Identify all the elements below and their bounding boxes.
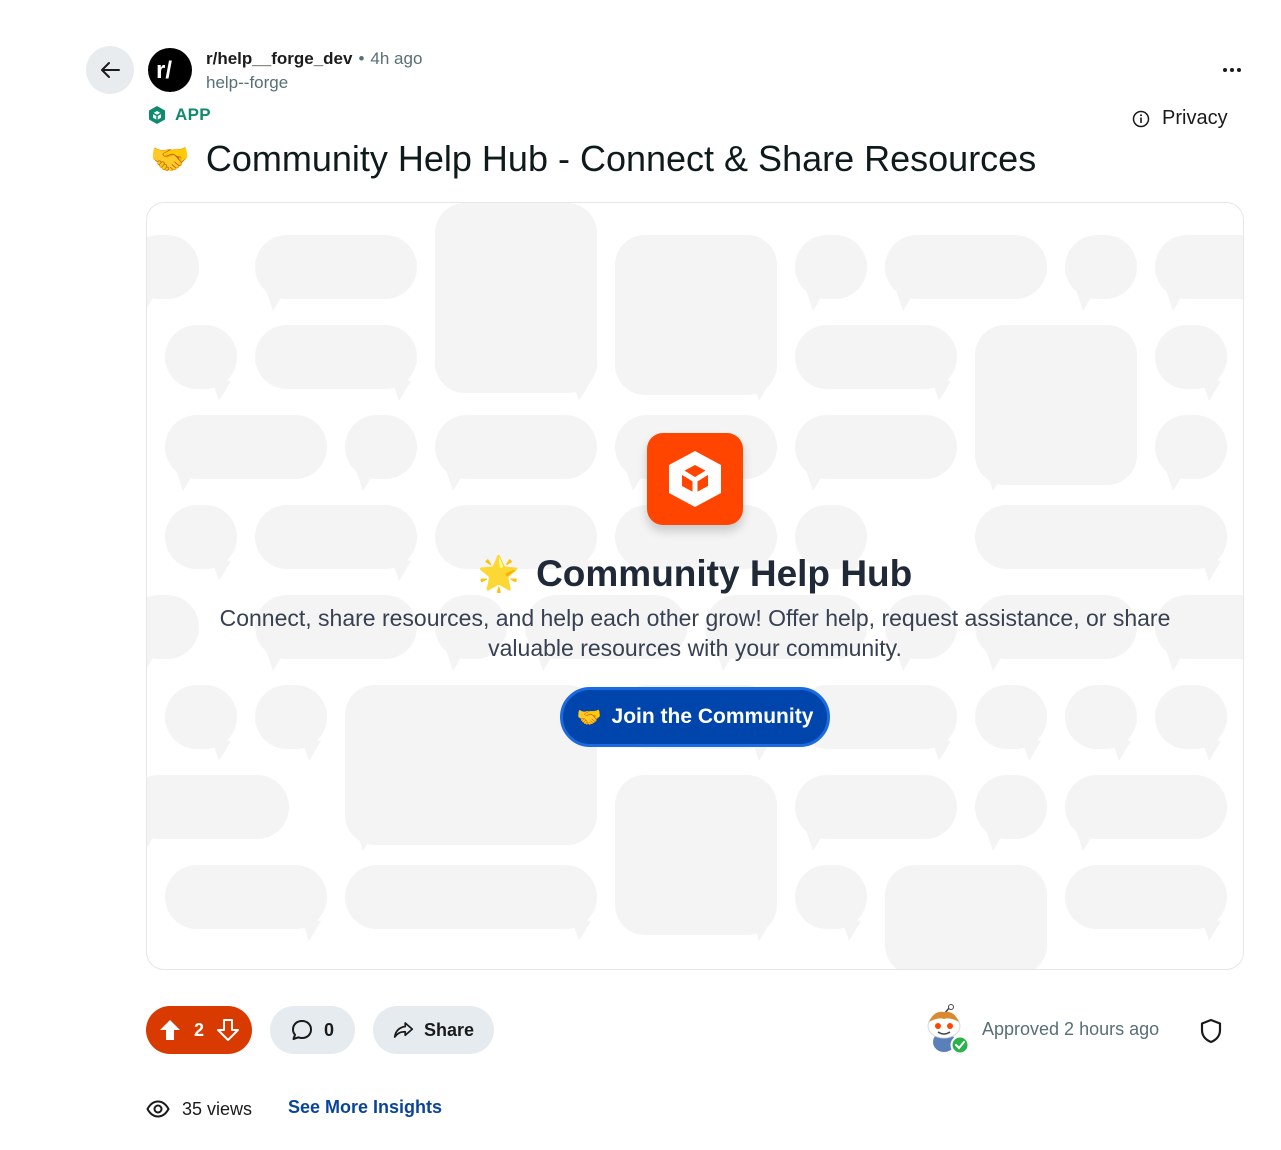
pattern-bubble: [975, 775, 1047, 839]
pattern-bubble-tail: [1075, 827, 1095, 851]
info-icon: [1132, 110, 1150, 127]
comment-icon: [292, 1020, 312, 1040]
approved-status: Approved 2 hours ago: [982, 1019, 1160, 1039]
downvote-icon: [216, 1019, 239, 1041]
pattern-bubble: [1065, 775, 1227, 839]
pattern-bubble-tail: [805, 827, 825, 851]
post-meta: r/help__forge_dev • 4h ago help--forge: [206, 47, 422, 95]
share-label: Share: [423, 1019, 474, 1040]
post-page: r/ r/help__forge_dev • 4h ago help--forg…: [0, 0, 1281, 1150]
pattern-bubble: [147, 775, 289, 839]
handshake-icon: 🤝: [576, 706, 602, 729]
pattern-bubble-tall: [615, 775, 777, 935]
pattern-bubble-tail: [1201, 917, 1221, 941]
share-icon: [393, 1022, 414, 1038]
svg-text:r/: r/: [156, 58, 172, 82]
reddit-r-icon: r/: [156, 58, 172, 82]
pattern-bubble: [255, 235, 417, 299]
pattern-bubble-tail: [1165, 287, 1185, 311]
pattern-bubble: [795, 865, 867, 929]
pattern-bubble-tail: [571, 917, 591, 941]
app-tag-label: APP: [175, 105, 211, 124]
app-content: 🌟 Community Help Hub Connect, share reso…: [147, 433, 1243, 747]
subreddit-name[interactable]: r/help__forge_dev: [206, 47, 352, 71]
app-cube-icon: [149, 106, 165, 124]
pattern-bubble: [795, 775, 957, 839]
vote-count: 2: [193, 1019, 204, 1040]
post-title-text: Community Help Hub - Connect & Share Res…: [205, 138, 1037, 179]
pattern-bubble: [1155, 325, 1227, 389]
star-icon: 🌟: [477, 555, 521, 593]
hub-description: Connect, share resources, and help each …: [219, 605, 1171, 661]
more-options-button[interactable]: [1212, 58, 1252, 82]
join-button-label: Join the Community: [611, 705, 814, 728]
pattern-bubble-tail: [301, 917, 321, 941]
eye-icon: [146, 1100, 170, 1118]
see-more-insights-link[interactable]: See More Insights: [288, 1097, 442, 1118]
pattern-bubble-tail: [985, 827, 1005, 851]
meta-separator: •: [358, 49, 365, 68]
upvote-icon: [160, 1020, 180, 1040]
handshake-icon: 🤝: [150, 141, 190, 177]
post-title: 🤝 Community Help Hub - Connect & Share R…: [150, 138, 1036, 180]
post-author[interactable]: help--forge: [206, 71, 422, 95]
back-arrow-icon: [101, 62, 120, 78]
subreddit-avatar[interactable]: r/: [148, 48, 192, 92]
join-community-button[interactable]: 🤝 Join the Community: [560, 687, 830, 747]
comment-count: 0: [324, 1019, 335, 1040]
pattern-bubble-tail: [265, 287, 285, 311]
pattern-bubble-tall: [615, 235, 777, 395]
comments-button[interactable]: 0: [270, 1006, 355, 1054]
vote-control: 2: [146, 1006, 252, 1054]
app-tag: APP: [147, 105, 211, 125]
pattern-bubble-tall: [885, 865, 1047, 969]
back-button[interactable]: [86, 46, 134, 94]
more-dots-icon: [1223, 68, 1227, 72]
privacy-label: Privacy: [1162, 107, 1228, 129]
share-button[interactable]: Share: [373, 1006, 494, 1054]
mod-avatar: [920, 1004, 972, 1056]
pattern-bubble: [345, 865, 597, 929]
hub-title: 🌟 Community Help Hub: [478, 553, 913, 595]
pattern-bubble-tail: [391, 377, 411, 401]
pattern-bubble: [795, 235, 867, 299]
downvote-button[interactable]: [216, 1018, 240, 1042]
hub-title-text: Community Help Hub: [536, 553, 913, 594]
devvit-cube-icon: [669, 451, 721, 507]
pattern-bubble-tail: [841, 917, 861, 941]
app-logo: [647, 433, 743, 525]
pattern-bubble-tall: [435, 203, 597, 393]
upvote-button[interactable]: [158, 1018, 182, 1042]
shield-icon: [1200, 1018, 1222, 1044]
post-time: 4h ago: [370, 49, 423, 68]
pattern-bubble: [885, 235, 1047, 299]
pattern-bubble-tail: [211, 377, 231, 401]
view-count: 35 views: [146, 1097, 252, 1121]
mod-shield-button[interactable]: [1197, 1017, 1225, 1045]
pattern-bubble: [165, 325, 237, 389]
views-label: 35 views: [182, 1098, 253, 1119]
pattern-bubble-tail: [1201, 377, 1221, 401]
pattern-bubble-tail: [895, 287, 915, 311]
pattern-bubble-tail: [1075, 287, 1095, 311]
pattern-bubble: [147, 235, 199, 299]
pattern-bubble-tail: [931, 377, 951, 401]
snoo-mod-icon: [927, 1004, 970, 1055]
privacy-button[interactable]: Privacy: [1132, 107, 1228, 130]
pattern-bubble-tail: [805, 287, 825, 311]
app-embed-card: 🌟 Community Help Hub Connect, share reso…: [146, 202, 1244, 970]
